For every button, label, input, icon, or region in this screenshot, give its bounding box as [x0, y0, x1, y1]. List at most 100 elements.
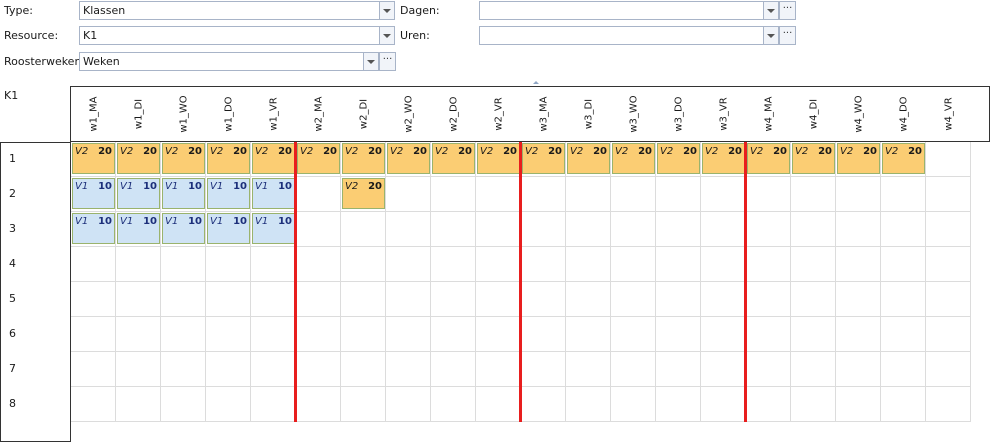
lesson-block[interactable]: V2 20 [207, 143, 250, 174]
lesson-block[interactable]: V1 10 [207, 178, 250, 209]
lesson-count: 20 [413, 146, 427, 157]
lesson-code: V1 [210, 181, 224, 192]
lesson-code: V2 [255, 146, 269, 157]
lesson-block[interactable]: V1 10 [252, 213, 295, 244]
lesson-code: V2 [390, 146, 404, 157]
chevron-down-icon[interactable] [363, 53, 378, 70]
lesson-block[interactable]: V2 20 [117, 143, 160, 174]
chevron-down-icon[interactable] [379, 2, 394, 19]
grid-column-line [475, 142, 476, 422]
lesson-code: V2 [480, 146, 494, 157]
lesson-block[interactable]: V1 10 [162, 178, 205, 209]
lesson-count: 20 [143, 146, 157, 157]
lesson-block[interactable]: V2 20 [657, 143, 700, 174]
day-header[interactable]: w4_WO [836, 87, 881, 141]
grid-column-line [115, 142, 116, 422]
schedule-grid[interactable]: V2 20 V2 20 V2 20 V2 20 V2 20 V2 20 V2 20 V2 20 V2 20 V2 20… [71, 142, 971, 422]
lesson-block[interactable]: V2 20 [297, 143, 340, 174]
lesson-count: 20 [368, 146, 382, 157]
lesson-code: V2 [750, 146, 764, 157]
uren-browse-button[interactable]: ··· [779, 26, 796, 45]
day-header-label: w3_DO [673, 96, 684, 132]
day-header[interactable]: w2_MA [296, 87, 341, 141]
lesson-block[interactable]: V2 20 [342, 143, 385, 174]
day-header[interactable]: w1_VR [251, 87, 296, 141]
day-header[interactable]: w1_WO [161, 87, 206, 141]
chevron-down-icon[interactable] [763, 27, 778, 44]
day-header[interactable]: w2_DI [341, 87, 386, 141]
uren-combobox[interactable] [479, 26, 779, 45]
lesson-block[interactable]: V2 20 [792, 143, 835, 174]
lesson-block[interactable]: V2 20 [612, 143, 655, 174]
day-header[interactable]: w3_MA [521, 87, 566, 141]
lesson-block[interactable]: V2 20 [252, 143, 295, 174]
chevron-down-icon[interactable] [763, 2, 778, 19]
day-header[interactable]: w3_VR [701, 87, 746, 141]
day-header-label: w1_DO [223, 96, 234, 132]
day-header[interactable]: w3_DO [656, 87, 701, 141]
roosterweken-label: Roosterweken: [4, 55, 86, 68]
lesson-code: V2 [795, 146, 809, 157]
lesson-block[interactable]: V2 20 [882, 143, 925, 174]
day-header[interactable]: w3_WO [611, 87, 656, 141]
grid-column-line [835, 142, 836, 422]
day-header[interactable]: w2_VR [476, 87, 521, 141]
day-header[interactable]: w4_VR [926, 87, 971, 141]
lesson-code: V2 [210, 146, 224, 157]
lesson-block[interactable]: V2 20 [387, 143, 430, 174]
lesson-count: 20 [548, 146, 562, 157]
lesson-block[interactable]: V1 10 [162, 213, 205, 244]
lesson-count: 10 [233, 181, 247, 192]
hour-label: 7 [9, 362, 16, 375]
day-header[interactable]: w1_DO [206, 87, 251, 141]
day-header[interactable]: w4_DI [791, 87, 836, 141]
lesson-block[interactable]: V2 20 [72, 143, 115, 174]
lesson-block[interactable]: V1 10 [117, 178, 160, 209]
lesson-block[interactable]: V2 20 [522, 143, 565, 174]
roosterweken-combobox[interactable]: Weken [79, 52, 379, 71]
lesson-count: 20 [98, 146, 112, 157]
day-header[interactable]: w4_DO [881, 87, 926, 141]
resource-value: K1 [83, 29, 98, 42]
chevron-down-icon[interactable] [379, 27, 394, 44]
lesson-block[interactable]: V1 10 [252, 178, 295, 209]
lesson-block[interactable]: V2 20 [567, 143, 610, 174]
dagen-combobox[interactable] [479, 1, 779, 20]
lesson-block[interactable]: V1 10 [207, 213, 250, 244]
lesson-block[interactable]: V2 20 [702, 143, 745, 174]
grid-column-line [160, 142, 161, 422]
grid-column-line [340, 142, 341, 422]
lesson-block[interactable]: V1 10 [72, 178, 115, 209]
day-header[interactable]: w1_MA [71, 87, 116, 141]
type-combobox[interactable]: Klassen [79, 1, 395, 20]
lesson-code: V2 [885, 146, 899, 157]
lesson-block[interactable]: V2 20 [342, 178, 385, 209]
roosterweken-browse-button[interactable]: ··· [379, 52, 396, 71]
grid-column-line [700, 142, 701, 422]
hour-label: 3 [9, 222, 16, 235]
splitter-handle[interactable] [533, 81, 539, 84]
day-header[interactable]: w4_MA [746, 87, 791, 141]
day-header-row: w1_MA w1_DI w1_WO w1_DO w1_VR w2_MA w2_DI w2_WO… [70, 86, 990, 142]
lesson-block[interactable]: V2 20 [162, 143, 205, 174]
dagen-browse-button[interactable]: ··· [779, 1, 796, 20]
day-header-label: w4_DO [898, 96, 909, 132]
grid-column-line [250, 142, 251, 422]
lesson-block[interactable]: V1 10 [117, 213, 160, 244]
day-header[interactable]: w3_DI [566, 87, 611, 141]
lesson-code: V1 [255, 181, 269, 192]
lesson-block[interactable]: V2 20 [747, 143, 790, 174]
grid-column-line [430, 142, 431, 422]
day-header[interactable]: w2_WO [386, 87, 431, 141]
lesson-code: V2 [345, 146, 359, 157]
lesson-count: 10 [143, 216, 157, 227]
day-header[interactable]: w2_DO [431, 87, 476, 141]
lesson-count: 20 [728, 146, 742, 157]
lesson-block[interactable]: V2 20 [432, 143, 475, 174]
lesson-count: 10 [233, 216, 247, 227]
lesson-block[interactable]: V1 10 [72, 213, 115, 244]
resource-combobox[interactable]: K1 [79, 26, 395, 45]
day-header[interactable]: w1_DI [116, 87, 161, 141]
lesson-block[interactable]: V2 20 [477, 143, 520, 174]
lesson-block[interactable]: V2 20 [837, 143, 880, 174]
